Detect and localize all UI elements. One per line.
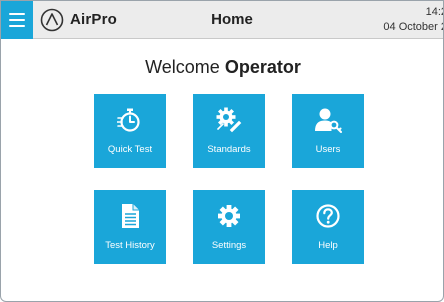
tile-label: Test History <box>105 240 155 251</box>
gear-pencil-icon <box>193 107 265 133</box>
logo-icon <box>40 8 64 32</box>
brand-name: AirPro <box>70 11 118 28</box>
stopwatch-icon <box>94 107 166 133</box>
welcome-user: Operator <box>224 57 301 77</box>
tile-label: Settings <box>211 240 247 251</box>
clock-time: 14:2 <box>425 6 443 18</box>
tile-label: Standards <box>207 144 251 155</box>
help-tile[interactable]: Help <box>292 190 364 264</box>
standards-tile[interactable]: Standards <box>193 94 265 168</box>
tile-label: Help <box>318 240 338 251</box>
settings-tile[interactable]: Settings <box>193 190 265 264</box>
menu-line <box>9 25 25 27</box>
clock: 14:2 04 October 2 <box>383 5 444 35</box>
gear-icon <box>193 203 265 229</box>
users-tile[interactable]: Users <box>292 94 364 168</box>
quick-test-tile[interactable]: Quick Test <box>94 94 166 168</box>
menu-line <box>9 19 25 21</box>
document-icon <box>94 203 166 229</box>
help-icon <box>292 203 364 229</box>
menu-button[interactable] <box>1 1 33 39</box>
test-history-tile[interactable]: Test History <box>94 190 166 264</box>
clock-date: 04 October 2 <box>383 21 444 33</box>
tile-label: Users <box>315 144 341 155</box>
welcome-message: Welcome Operator <box>1 57 443 78</box>
menu-line <box>9 13 25 15</box>
tile-label: Quick Test <box>107 144 153 155</box>
top-bar: AirPro Home 14:2 04 October 2 <box>1 1 444 39</box>
app-window: AirPro Home 14:2 04 October 2 Welcome Op… <box>0 0 444 302</box>
user-key-icon <box>292 107 364 133</box>
welcome-prefix: Welcome <box>145 57 220 77</box>
page-title: Home <box>211 11 253 28</box>
